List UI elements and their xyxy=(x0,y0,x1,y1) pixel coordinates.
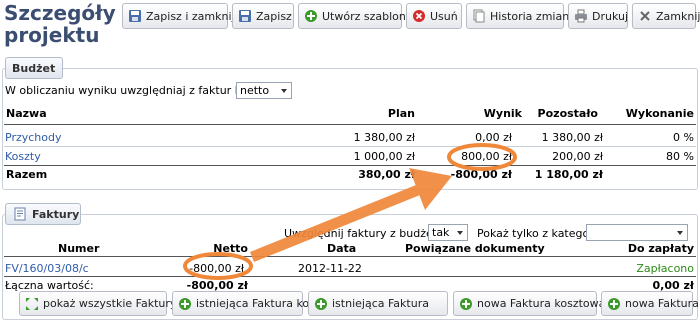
floppy-disk-icon xyxy=(237,8,253,24)
print-button[interactable]: Drukuj xyxy=(568,3,628,29)
create-template-label: Utwórz szablon xyxy=(322,9,406,23)
history-button[interactable]: Historia zmian xyxy=(466,3,569,29)
budget-total-remaining: 1 180,00 zł xyxy=(534,168,603,181)
col-remaining: Pozostało xyxy=(537,107,598,120)
budget-total-result: -800,00 zł xyxy=(450,168,512,181)
include-budget-select[interactable]: tak xyxy=(428,224,468,241)
budget-row-name-link[interactable]: Przychody xyxy=(5,131,62,144)
budget-row-plan: 1 000,00 zł xyxy=(353,150,415,163)
budget-row-remaining: 200,00 zł xyxy=(552,150,603,163)
delete-button[interactable]: Usuń xyxy=(406,3,462,29)
budget-row-name-link[interactable]: Koszty xyxy=(5,150,41,163)
budget-row-execution: 80 % xyxy=(666,150,694,163)
close-button[interactable]: Zamknij xyxy=(632,3,700,29)
save-button[interactable]: Zapisz xyxy=(232,3,294,29)
show-all-label: pokaż wszystkie Faktury xyxy=(43,297,177,310)
total-divider xyxy=(4,165,696,166)
invoice-date: 2012-11-22 xyxy=(298,262,362,275)
budget-legend-label: Budżet xyxy=(12,61,56,75)
existing-label: istniejąca Faktura xyxy=(332,297,429,310)
col-plan: Plan xyxy=(387,107,415,120)
existing-invoice-button[interactable]: istniejąca Faktura xyxy=(308,291,448,316)
existing-cost-invoice-button[interactable]: istniejąca Faktura kosztowa xyxy=(172,291,347,316)
new-label: nowa Faktura xyxy=(625,297,699,310)
budget-total-plan: 380,00 zł xyxy=(358,168,415,181)
budget-legend: Budżet xyxy=(5,57,63,79)
chevron-down-icon xyxy=(457,231,463,235)
col-execution: Wykonanie xyxy=(625,107,694,120)
row-divider xyxy=(4,146,696,147)
col-name: Nazwa xyxy=(6,107,47,120)
invoice-number-link[interactable]: FV/160/03/08/c xyxy=(5,262,89,275)
plus-icon xyxy=(177,296,193,312)
printer-icon xyxy=(573,8,589,24)
new-invoice-button[interactable]: nowa Faktura xyxy=(601,291,699,316)
chevron-down-icon xyxy=(281,89,287,93)
show-all-invoices-button[interactable]: pokaż wszystkie Faktury xyxy=(19,291,176,316)
new-cost-invoice-button[interactable]: nowa Faktura kosztowa xyxy=(453,291,605,316)
include-budget-value: tak xyxy=(432,226,450,239)
include-budget-label: Uwzględnij faktury z budżetu xyxy=(284,227,445,240)
category-filter-select[interactable] xyxy=(586,224,688,241)
budget-row-execution: 0 % xyxy=(673,131,694,144)
save-close-label: Zapisz i zamknij xyxy=(146,9,235,23)
category-filter-label: Pokaż tylko z kategorii: xyxy=(477,227,604,240)
budget-filter-label: W obliczaniu wyniku uwzględniaj z faktur… xyxy=(5,84,271,97)
budget-row-remaining: 1 380,00 zł xyxy=(541,131,603,144)
new-cost-label: nowa Faktura kosztowa xyxy=(477,297,606,310)
plus-icon xyxy=(458,296,474,312)
col-net: Netto xyxy=(213,242,248,255)
budget-row-result: 0,00 zł xyxy=(475,131,512,144)
col-related: Powiązane dokumenty xyxy=(405,242,545,255)
print-label: Drukuj xyxy=(592,9,629,23)
budget-filter-value: netto xyxy=(240,84,270,97)
floppy-disk-icon xyxy=(127,8,143,24)
col-number: Numer xyxy=(58,242,100,255)
save-label: Zapisz xyxy=(256,9,292,23)
close-icon xyxy=(637,8,653,24)
plus-icon xyxy=(313,296,329,312)
close-label: Zamknij xyxy=(656,9,700,23)
budget-row-result: 800,00 zł xyxy=(461,150,512,163)
col-result: Wynik xyxy=(483,107,522,120)
invoices-total-divider xyxy=(4,276,696,277)
expand-icon xyxy=(24,296,40,312)
save-close-button[interactable]: Zapisz i zamknij xyxy=(122,3,235,29)
invoice-status: Zapłacono xyxy=(636,262,694,275)
invoices-legend-label: Faktury xyxy=(32,207,80,221)
page-title: Szczegóły projektu xyxy=(4,1,116,47)
delete-icon xyxy=(411,8,427,24)
invoice-net: -800,00 zł xyxy=(189,262,244,275)
budget-total-label: Razem xyxy=(6,168,48,181)
document-copy-icon xyxy=(471,8,487,24)
chevron-down-icon xyxy=(677,231,683,235)
create-template-button[interactable]: Utwórz szablon xyxy=(298,3,406,29)
invoices-legend: Faktury xyxy=(5,203,81,225)
header-divider xyxy=(4,124,696,125)
col-date: Data xyxy=(327,242,357,255)
document-icon xyxy=(12,206,28,222)
history-label: Historia zmian xyxy=(490,9,570,23)
budget-filter-select[interactable]: netto xyxy=(236,82,292,99)
plus-icon xyxy=(606,296,622,312)
delete-label: Usuń xyxy=(430,9,458,23)
invoices-header-divider xyxy=(4,256,696,257)
col-to-pay: Do zapłaty xyxy=(627,242,694,255)
plus-icon xyxy=(303,8,319,24)
budget-row-plan: 1 380,00 zł xyxy=(353,131,415,144)
